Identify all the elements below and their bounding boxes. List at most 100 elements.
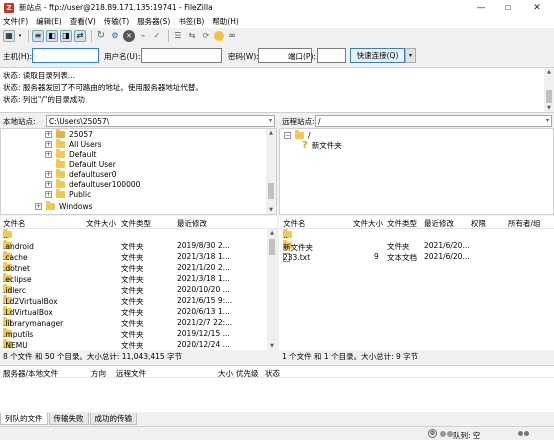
column-owner[interactable]: 所有者/组 (508, 218, 541, 229)
find-files-icon[interactable] (214, 31, 224, 41)
scroll-thumb[interactable] (269, 239, 275, 255)
scroll-down-icon[interactable]: ▼ (544, 104, 554, 112)
remote-file-list: .. 新文件夹 文件夹 2021/6/20... 233.txt 9 文本文档 2021/… (279, 229, 554, 350)
tree-item[interactable]: + Windows (35, 200, 92, 211)
file-row[interactable]: .dotnet 文件夹 2021/1/20 2... (0, 262, 277, 273)
host-input[interactable] (32, 48, 99, 63)
scroll-up-icon[interactable]: ▲ (267, 229, 277, 237)
username-input[interactable] (141, 48, 222, 63)
scroll-down-icon[interactable]: ▼ (267, 342, 277, 350)
disconnect-icon[interactable]: ⌁ (137, 30, 149, 42)
column-filesize[interactable]: 文件大小 (353, 218, 383, 229)
remote-path-input[interactable]: / ▾ (315, 115, 552, 127)
tree-item[interactable]: + defaultuser0 (45, 168, 117, 179)
scroll-thumb[interactable] (546, 90, 552, 103)
file-row[interactable]: 新文件夹 文件夹 2021/6/20... (279, 240, 554, 252)
toggle-log-icon[interactable]: ≡ (32, 30, 44, 42)
cancel-icon[interactable]: ✕ (123, 30, 135, 42)
file-row[interactable]: .idlerc 文件夹 2020/10/20 ... (0, 284, 277, 295)
scroll-up-icon[interactable]: ▲ (544, 68, 554, 76)
process-queue-icon[interactable]: ⚙ (109, 30, 121, 42)
file-row[interactable]: .NEMU 文件夹 2020/12/24 ... (0, 339, 277, 350)
file-row[interactable]: .LdVirtualBox 文件夹 2020/6/13 1... (0, 306, 277, 317)
column-modified[interactable]: 最近修改 (177, 218, 207, 229)
file-row[interactable]: .. (279, 229, 554, 240)
file-name: .eclipse (3, 275, 32, 284)
local-list-scrollbar[interactable]: ▲ ▼ (267, 229, 277, 350)
tree-item[interactable]: Default User (56, 158, 116, 169)
scroll-up-icon[interactable]: ▲ (266, 129, 276, 137)
tree-item[interactable]: − / (284, 129, 311, 140)
expand-icon[interactable]: + (35, 202, 42, 210)
local-path-input[interactable]: C:\Users\25057\ ▾ (46, 115, 275, 127)
tab-successful-transfers[interactable]: 成功的传输 (89, 413, 137, 425)
binoculars-icon[interactable]: ∞ (226, 30, 238, 42)
column-filename[interactable]: 文件名 (283, 218, 306, 229)
quickconnect-button[interactable]: 快速连接(Q) (350, 48, 405, 63)
site-manager-icon[interactable]: ▦ (3, 30, 15, 42)
chevron-down-icon[interactable]: ▾ (546, 117, 549, 124)
minimize-button[interactable]: — (470, 0, 492, 15)
file-row[interactable]: .librarymanager 文件夹 2021/2/7 22:... (0, 317, 277, 328)
expand-icon[interactable]: + (45, 140, 52, 148)
toggle-compare-icon[interactable]: ⇆ (186, 30, 198, 42)
column-modified[interactable]: 最近修改 (424, 218, 454, 229)
file-row[interactable]: .eclipse 文件夹 2021/3/18 1... (0, 273, 277, 284)
tree-item[interactable]: + Public (45, 188, 91, 199)
log-scrollbar[interactable]: ▲ ▼ (544, 68, 554, 112)
local-tree-scrollbar[interactable]: ▲ ▼ (266, 129, 276, 214)
collapse-icon[interactable]: − (284, 131, 291, 139)
synchronized-browsing-icon[interactable]: ⟳ (200, 30, 212, 42)
file-row[interactable]: .android 文件夹 2019/8/30 2... (0, 240, 277, 251)
directory-listing-filters-icon[interactable]: ☰ (172, 30, 184, 42)
close-button[interactable]: ✕ (526, 0, 548, 15)
site-manager-dropdown-icon[interactable]: ▾ (17, 30, 23, 42)
column-filesize[interactable]: 文件大小 (86, 218, 116, 229)
file-row[interactable]: .mputils 文件夹 2019/12/15 ... (0, 328, 277, 339)
quickconnect-dropdown-icon[interactable]: ▾ (405, 48, 416, 63)
scroll-thumb[interactable] (268, 183, 274, 199)
file-row[interactable]: .. (0, 229, 277, 240)
reconnect-icon[interactable]: ✓ (151, 30, 163, 42)
tree-item[interactable]: + All Users (45, 138, 102, 149)
file-row[interactable]: .Ld2VirtualBox 文件夹 2021/6/15 9:... (0, 295, 277, 306)
file-row[interactable]: 233.txt 9 文本文档 2021/6/20... (279, 251, 554, 262)
tree-item[interactable]: ? 新文件夹 (302, 140, 342, 151)
tree-item[interactable]: + defaultuser100000 (45, 178, 140, 189)
menu-server[interactable]: 服务器(S) (137, 16, 170, 27)
gear-icon[interactable]: ⚙ (428, 429, 437, 438)
expand-icon[interactable]: + (45, 190, 52, 198)
port-label: 端口(P): (288, 52, 316, 61)
expand-icon[interactable]: + (45, 150, 52, 158)
column-filetype[interactable]: 文件类型 (121, 218, 151, 229)
scroll-down-icon[interactable]: ▼ (266, 206, 276, 214)
menu-edit[interactable]: 编辑(E) (36, 16, 62, 27)
toggle-queue-icon[interactable]: ⇄ (74, 30, 86, 42)
column-filetype[interactable]: 文件类型 (387, 218, 417, 229)
maximize-button[interactable]: ☐ (497, 0, 519, 15)
port-input[interactable] (317, 48, 346, 63)
refresh-icon[interactable]: ↻ (95, 30, 107, 42)
menu-file[interactable]: 文件(F) (3, 16, 28, 27)
menu-view[interactable]: 查看(V) (70, 16, 96, 27)
toggle-local-tree-icon[interactable]: ◧ (46, 30, 58, 42)
tree-item[interactable]: + 25057 (45, 129, 93, 139)
chevron-down-icon[interactable]: ▾ (269, 117, 272, 124)
toggle-remote-tree-icon[interactable]: ◨ (60, 30, 72, 42)
menu-help[interactable]: 帮助(H) (212, 16, 239, 27)
tab-queued-files[interactable]: 列队的文件 (0, 413, 48, 425)
expand-icon[interactable]: + (45, 170, 52, 178)
tree-item[interactable]: + Default (45, 148, 96, 159)
menu-transfer[interactable]: 传输(T) (104, 16, 129, 27)
column-filename[interactable]: 文件名 (3, 218, 26, 229)
expand-icon[interactable]: + (45, 130, 52, 138)
tab-failed-transfers[interactable]: 传输失败 (48, 413, 89, 425)
expand-icon[interactable]: + (45, 180, 52, 188)
status-bar: ⚙ 队列: 空 (0, 426, 554, 440)
file-row[interactable]: .cache 文件夹 2021/3/18 1... (0, 251, 277, 262)
queue-tabs: 列队的文件 传输失败 成功的传输 (0, 413, 554, 425)
tree-item-label: 新文件夹 (311, 140, 342, 150)
column-permissions[interactable]: 权限 (471, 218, 486, 229)
filezilla-icon: Z (4, 2, 14, 13)
menu-bookmarks[interactable]: 书签(B) (178, 16, 204, 27)
